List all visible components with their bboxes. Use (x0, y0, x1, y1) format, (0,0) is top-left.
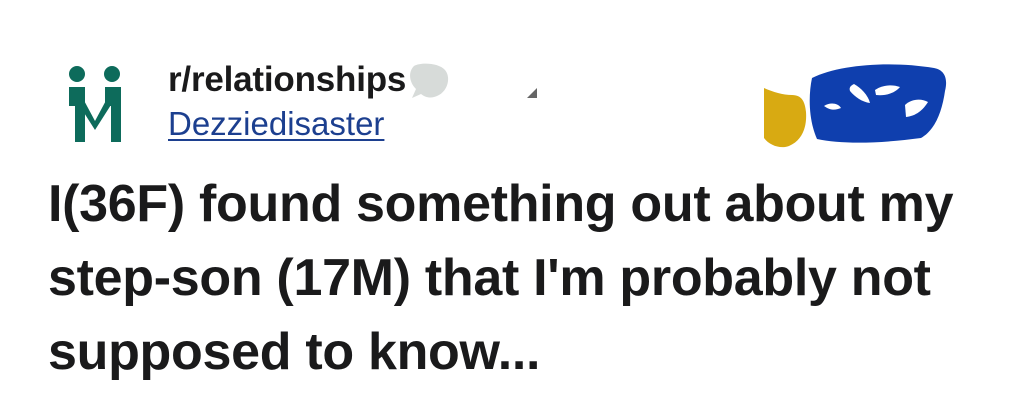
author-link[interactable]: Dezziedisaster (168, 102, 384, 146)
post-header: r/relationships Dezziedisaster (0, 0, 1024, 160)
caret-icon (527, 88, 537, 98)
post-title[interactable]: I(36F) found something out about my step… (48, 167, 988, 389)
award-icon[interactable] (758, 60, 948, 148)
two-people-icon[interactable] (62, 64, 128, 144)
speech-bubble-icon (410, 63, 449, 98)
post-meta: r/relationships Dezziedisaster (168, 58, 406, 146)
subreddit-name[interactable]: r/relationships (168, 58, 406, 102)
